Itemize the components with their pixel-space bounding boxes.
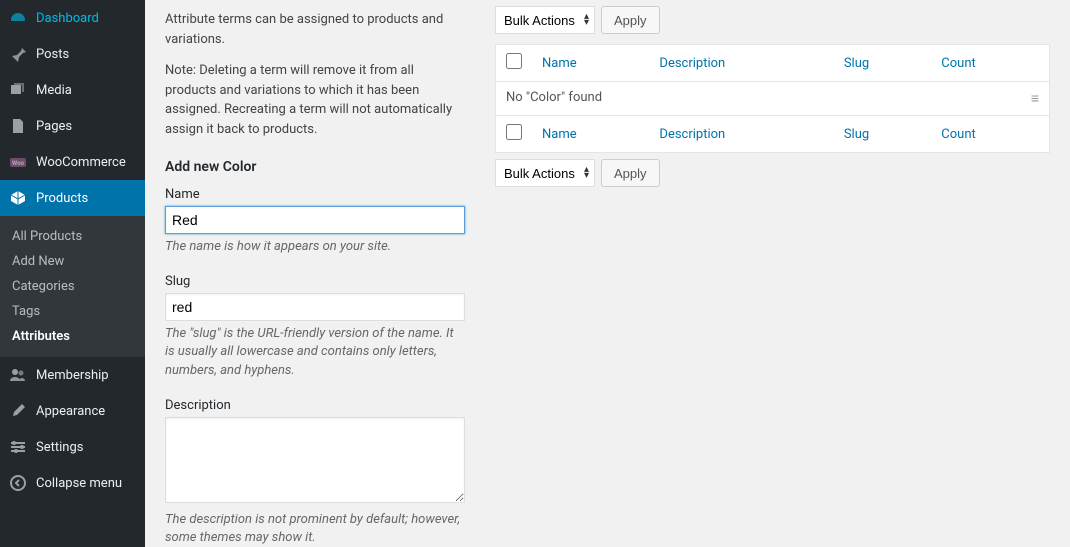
slug-input[interactable]: [165, 293, 465, 321]
col-count[interactable]: Count: [941, 56, 975, 71]
intro-text: Attribute terms can be assigned to produ…: [165, 10, 465, 49]
sidebar-item-woocommerce[interactable]: Woo WooCommerce: [0, 144, 145, 180]
pin-icon: [8, 44, 28, 64]
col-description-foot[interactable]: Description: [659, 127, 725, 142]
sidebar-item-label: Appearance: [36, 404, 105, 419]
name-help: The name is how it appears on your site.: [165, 238, 465, 256]
admin-sidebar: Dashboard Posts Media Pages Woo WooComme…: [0, 0, 145, 547]
description-textarea[interactable]: [165, 417, 465, 503]
table-row-empty: No "Color" found ≡: [496, 82, 1050, 116]
slug-label: Slug: [165, 274, 465, 289]
sidebar-item-label: Media: [36, 83, 72, 98]
row-options-icon[interactable]: ≡: [1031, 90, 1039, 107]
description-group: Description The description is not promi…: [165, 398, 465, 547]
description-help: The description is not prominent by defa…: [165, 511, 465, 547]
dashboard-icon: [8, 8, 28, 28]
right-column: Bulk Actions ▴▾ Apply Name Description S…: [495, 0, 1050, 527]
col-name-foot[interactable]: Name: [542, 127, 577, 142]
pages-icon: [8, 116, 28, 136]
sidebar-item-label: Products: [36, 191, 88, 206]
sidebar-item-collapse[interactable]: Collapse menu: [0, 465, 145, 501]
bulk-select-top[interactable]: Bulk Actions: [495, 6, 595, 34]
sidebar-submenu: All Products Add New Categories Tags Att…: [0, 216, 145, 357]
sidebar-sub-categories[interactable]: Categories: [0, 274, 145, 299]
slug-group: Slug The "slug" is the URL-friendly vers…: [165, 274, 465, 380]
select-all-top[interactable]: [506, 53, 522, 69]
sidebar-item-appearance[interactable]: Appearance: [0, 393, 145, 429]
name-label: Name: [165, 187, 465, 202]
sidebar-item-products[interactable]: Products: [0, 180, 145, 216]
sidebar-item-dashboard[interactable]: Dashboard: [0, 0, 145, 36]
sidebar-item-label: Membership: [36, 368, 109, 383]
col-slug[interactable]: Slug: [844, 56, 869, 71]
form-title: Add new Color: [165, 159, 465, 175]
users-icon: [8, 365, 28, 385]
woocommerce-icon: Woo: [8, 152, 28, 172]
sidebar-item-label: Settings: [36, 440, 83, 455]
name-input[interactable]: [165, 206, 465, 234]
slug-help: The "slug" is the URL-friendly version o…: [165, 325, 465, 380]
col-name[interactable]: Name: [542, 56, 577, 71]
left-column: Attribute terms can be assigned to produ…: [165, 0, 465, 527]
media-icon: [8, 80, 28, 100]
description-label: Description: [165, 398, 465, 413]
sidebar-sub-attributes[interactable]: Attributes: [0, 324, 145, 349]
terms-table: Name Description Slug Count No "Color" f…: [495, 44, 1050, 153]
apply-button-bottom[interactable]: Apply: [601, 159, 660, 187]
brush-icon: [8, 401, 28, 421]
main-content: Attribute terms can be assigned to produ…: [145, 0, 1070, 547]
sidebar-item-settings[interactable]: Settings: [0, 429, 145, 465]
sidebar-item-label: WooCommerce: [36, 155, 126, 170]
sidebar-item-pages[interactable]: Pages: [0, 108, 145, 144]
sidebar-item-membership[interactable]: Membership: [0, 357, 145, 393]
intro-note: Note: Deleting a term will remove it fro…: [165, 61, 465, 139]
col-count-foot[interactable]: Count: [941, 127, 975, 142]
svg-text:Woo: Woo: [12, 160, 25, 167]
bulk-actions-bottom: Bulk Actions ▴▾ Apply: [495, 159, 1050, 187]
bulk-select-bottom[interactable]: Bulk Actions: [495, 159, 595, 187]
collapse-icon: [8, 473, 28, 493]
sidebar-item-media[interactable]: Media: [0, 72, 145, 108]
sidebar-item-label: Pages: [36, 119, 72, 134]
col-description[interactable]: Description: [659, 56, 725, 71]
sidebar-item-label: Collapse menu: [36, 476, 122, 491]
sidebar-item-label: Posts: [36, 47, 69, 62]
sidebar-sub-add-new[interactable]: Add New: [0, 249, 145, 274]
products-icon: [8, 188, 28, 208]
select-all-bottom[interactable]: [506, 124, 522, 140]
settings-icon: [8, 437, 28, 457]
sidebar-sub-tags[interactable]: Tags: [0, 299, 145, 324]
name-group: Name The name is how it appears on your …: [165, 187, 465, 256]
sidebar-sub-all-products[interactable]: All Products: [0, 224, 145, 249]
bulk-actions-top: Bulk Actions ▴▾ Apply: [495, 6, 1050, 34]
col-slug-foot[interactable]: Slug: [844, 127, 869, 142]
sidebar-item-posts[interactable]: Posts: [0, 36, 145, 72]
apply-button-top[interactable]: Apply: [601, 6, 660, 34]
sidebar-item-label: Dashboard: [36, 11, 99, 26]
empty-text: No "Color" found: [506, 90, 602, 105]
